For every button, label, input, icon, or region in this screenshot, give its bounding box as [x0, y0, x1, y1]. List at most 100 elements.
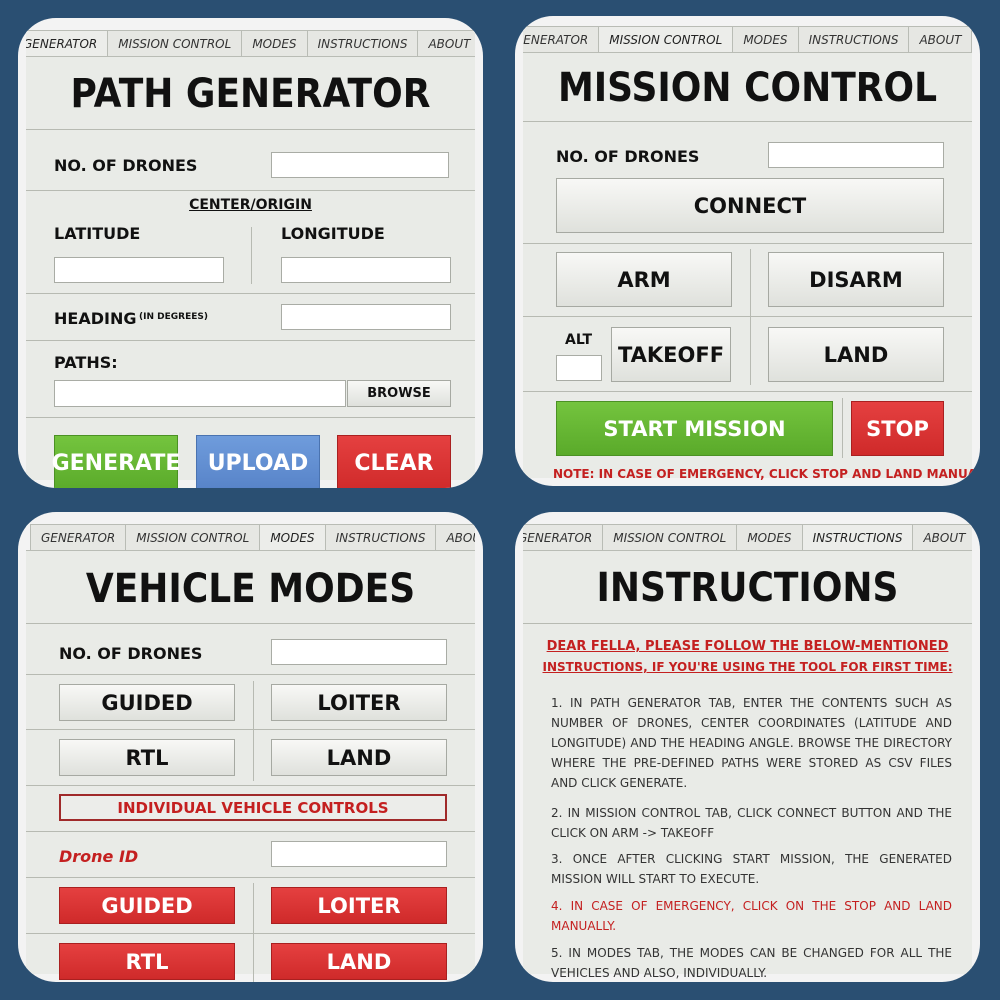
divider [26, 729, 475, 730]
drones-label: NO. OF DRONES [556, 147, 700, 166]
heading-input[interactable] [281, 304, 451, 330]
rtl-button[interactable]: RTL [59, 739, 235, 776]
alt-input[interactable] [556, 355, 602, 381]
longitude-input[interactable] [281, 257, 451, 283]
divider [26, 785, 475, 786]
drones-input[interactable] [271, 152, 449, 178]
drones-label: NO. OF DRONES [59, 644, 203, 663]
instruction-step-3: 3. ONCE AFTER CLICKING START MISSION, TH… [551, 852, 952, 886]
arm-button[interactable]: ARM [556, 252, 732, 307]
instructions-panel: GENERATOR MISSION CONTROL MODES INSTRUCT… [515, 512, 980, 982]
page-title: MISSION CONTROL [557, 65, 938, 111]
divider [26, 831, 475, 832]
divider [523, 623, 972, 624]
tab-generator[interactable]: GENERATOR [523, 524, 604, 550]
upload-button[interactable]: UPLOAD [196, 435, 320, 488]
tab-mission-control[interactable]: MISSION CONTROL [598, 26, 734, 52]
drone-id-label: Drone ID [59, 847, 139, 866]
instruction-step-4: 4. IN CASE OF EMERGENCY, CLICK ON THE ST… [551, 899, 952, 933]
divider [26, 933, 475, 934]
land-button[interactable]: LAND [271, 739, 447, 776]
tab-modes[interactable]: MODES [736, 524, 803, 550]
instructions-content: INSTRUCTIONS DEAR FELLA, PLEASE FOLLOW T… [523, 551, 972, 980]
latitude-input[interactable] [54, 257, 224, 283]
tab-generator[interactable]: GENERATOR [26, 30, 109, 56]
page-title: VEHICLE MODES [85, 566, 416, 612]
tab-generator[interactable]: GENERATOR [30, 524, 127, 550]
divider [523, 316, 972, 317]
tab-modes[interactable]: MODES [241, 30, 308, 56]
instruction-step-5: 5. IN MODES TAB, THE MODES CAN BE CHANGE… [551, 946, 952, 980]
connect-button[interactable]: CONNECT [556, 178, 944, 233]
individual-guided-button[interactable]: GUIDED [59, 887, 235, 924]
tab-instructions[interactable]: INSTRUCTIONS [306, 30, 419, 56]
tab-bar: GENERATOR MISSION CONTROL MODES INSTRUCT… [523, 26, 972, 53]
modes-content: VEHICLE MODES NO. OF DRONES GUIDED LOITE… [26, 551, 475, 982]
divider [26, 623, 475, 624]
paths-input[interactable] [54, 380, 346, 407]
path-generator-panel: GENERATOR MISSION CONTROL MODES INSTRUCT… [18, 18, 483, 488]
individual-land-button[interactable]: LAND [271, 943, 447, 980]
divider [26, 674, 475, 675]
longitude-label: LONGITUDE [281, 224, 385, 243]
instructions-window: GENERATOR MISSION CONTROL MODES INSTRUCT… [523, 524, 972, 980]
drones-label: NO. OF DRONES [54, 156, 198, 175]
divider [523, 121, 972, 122]
individual-controls-header: INDIVIDUAL VEHICLE CONTROLS [59, 794, 447, 821]
guided-button[interactable]: GUIDED [59, 684, 235, 721]
divider [26, 129, 475, 130]
vehicle-modes-panel: GENERATOR MISSION CONTROL MODES INSTRUCT… [18, 512, 483, 982]
instructions-heading-line-2: INSTRUCTIONS, IF YOU'RE USING THE TOOL F… [542, 660, 953, 674]
stop-button[interactable]: STOP [851, 401, 944, 456]
modes-window: GENERATOR MISSION CONTROL MODES INSTRUCT… [26, 524, 475, 982]
page-title: PATH GENERATOR [70, 71, 431, 117]
divider [253, 681, 254, 781]
drones-input[interactable] [768, 142, 944, 168]
tab-generator[interactable]: GENERATOR [523, 26, 600, 52]
mission-control-panel: GENERATOR MISSION CONTROL MODES INSTRUCT… [515, 16, 980, 486]
generator-window: GENERATOR MISSION CONTROL MODES INSTRUCT… [26, 30, 475, 488]
individual-rtl-button[interactable]: RTL [59, 943, 235, 980]
tab-mission-control[interactable]: MISSION CONTROL [125, 524, 261, 550]
takeoff-button[interactable]: TAKEOFF [611, 327, 731, 382]
divider [523, 391, 972, 392]
loiter-button[interactable]: LOITER [271, 684, 447, 721]
heading-unit-label: (IN DEGREES) [139, 312, 208, 322]
mission-content: MISSION CONTROL NO. OF DRONES CONNECT AR… [523, 53, 980, 481]
drone-id-input[interactable] [271, 841, 447, 867]
tab-mission-control[interactable]: MISSION CONTROL [602, 524, 738, 550]
individual-loiter-button[interactable]: LOITER [271, 887, 447, 924]
center-origin-label: CENTER/ORIGIN [189, 197, 312, 213]
divider [750, 249, 751, 385]
divider [842, 398, 843, 458]
clear-button[interactable]: CLEAR [337, 435, 451, 488]
instructions-heading-line-1: DEAR FELLA, PLEASE FOLLOW THE BELOW-MENT… [546, 639, 949, 654]
paths-label: PATHS: [54, 353, 118, 372]
browse-button[interactable]: BROWSE [347, 380, 451, 407]
divider [26, 293, 475, 294]
alt-label: ALT [565, 332, 592, 348]
disarm-button[interactable]: DISARM [768, 252, 944, 307]
latitude-label: LATITUDE [54, 224, 141, 243]
mission-window: GENERATOR MISSION CONTROL MODES INSTRUCT… [523, 26, 980, 481]
tab-mission-control[interactable]: MISSION CONTROL [107, 30, 243, 56]
tab-bar: GENERATOR MISSION CONTROL MODES INSTRUCT… [26, 30, 475, 57]
land-button[interactable]: LAND [768, 327, 944, 382]
tab-instructions[interactable]: INSTRUCTIONS [324, 524, 437, 550]
emergency-note: NOTE: IN CASE OF EMERGENCY, CLICK STOP A… [553, 467, 980, 481]
tab-instructions[interactable]: INSTRUCTIONS [797, 26, 910, 52]
tab-about[interactable]: ABOUT [435, 524, 475, 550]
tab-modes[interactable]: MODES [732, 26, 799, 52]
tab-about[interactable]: ABOUT [908, 26, 972, 52]
generator-content: PATH GENERATOR NO. OF DRONES CENTER/ORIG… [26, 57, 475, 488]
divider [26, 877, 475, 878]
tab-modes[interactable]: MODES [259, 524, 326, 550]
tab-about[interactable]: ABOUT [912, 524, 972, 550]
drones-input[interactable] [271, 639, 447, 665]
generate-button[interactable]: GENERATE [52, 435, 180, 488]
page-title: INSTRUCTIONS [596, 565, 899, 611]
tab-instructions[interactable]: INSTRUCTIONS [801, 524, 914, 550]
tab-about[interactable]: ABOUT [417, 30, 475, 56]
start-mission-button[interactable]: START MISSION [556, 401, 833, 456]
divider [251, 227, 252, 284]
